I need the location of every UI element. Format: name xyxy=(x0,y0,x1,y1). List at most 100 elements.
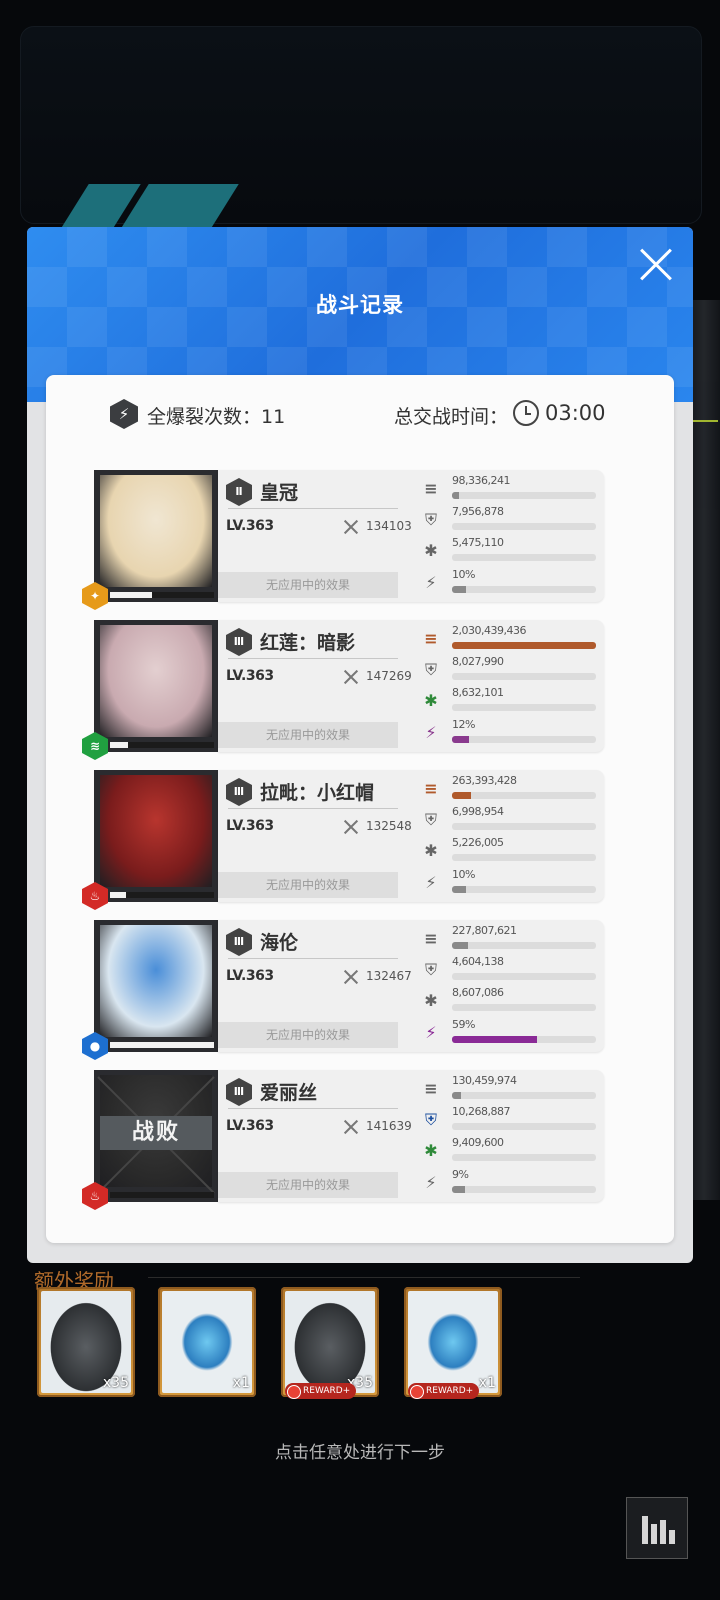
damage-icon xyxy=(422,780,440,798)
unit-name: 红莲：暗影 xyxy=(260,632,356,654)
reward-item[interactable]: x35 xyxy=(37,1287,135,1397)
unit-info: Ⅱ 皇冠 LV.363 134103 无应用中的效果 98,336,241 7,956,87… xyxy=(218,470,604,602)
stat-value: 5,226,005 xyxy=(452,836,504,849)
burst-gauge-icon xyxy=(422,574,440,592)
stat-value: 10% xyxy=(452,568,475,581)
stat-value: 10,268,887 xyxy=(452,1105,510,1118)
stat-value: 8,632,101 xyxy=(452,686,504,699)
modal-title: 战斗记录 xyxy=(316,293,404,317)
hp-bar xyxy=(110,1192,214,1198)
unit-row: ●Ⅲ海伦LV.363132467无应用中的效果227,807,6214,604,… xyxy=(82,920,604,1060)
stat-bar xyxy=(452,854,596,861)
stat-bar xyxy=(452,704,596,711)
stat-bar xyxy=(452,736,596,743)
combat-power-icon xyxy=(342,518,360,536)
unit-row: ✦Ⅱ皇冠LV.363134103无应用中的效果98,336,2417,956,8… xyxy=(82,470,604,610)
continue-hint[interactable]: 点击任意处进行下一步 xyxy=(0,1438,720,1463)
battle-record-modal: 战斗记录 ⚡ 全爆裂次数：11 总交战时间： 03:00 ✦ Ⅱ 皇冠 LV.363 1… xyxy=(27,227,693,1263)
combat-power-icon xyxy=(342,818,360,836)
stat-value: 4,604,138 xyxy=(452,955,504,968)
stat-row: 10,268,887 xyxy=(422,1105,598,1135)
damage-icon xyxy=(422,480,440,498)
burst-gauge-icon xyxy=(422,874,440,892)
shield-icon xyxy=(422,811,440,829)
stat-row: 4,604,138 xyxy=(422,955,598,985)
unit-level: LV.363 xyxy=(226,1118,274,1134)
effect-status: 无应用中的效果 xyxy=(218,1172,398,1198)
character-art xyxy=(100,475,212,587)
effect-status: 无应用中的效果 xyxy=(218,572,398,598)
stat-value: 2,030,439,436 xyxy=(452,624,526,637)
hp-bar xyxy=(110,892,214,898)
stat-value: 8,027,990 xyxy=(452,655,504,668)
stat-value: 7,956,878 xyxy=(452,505,504,518)
stat-row: 8,607,086 xyxy=(422,986,598,1016)
unit-row: 战败♨Ⅲ爱丽丝LV.363141639无应用中的效果130,459,97410,… xyxy=(82,1070,604,1210)
combat-power-icon xyxy=(342,1118,360,1136)
reward-item[interactable]: x1 REWARD+ xyxy=(404,1287,502,1399)
hp-bar xyxy=(110,592,214,598)
unit-info: Ⅲ 爱丽丝 LV.363 141639 无应用中的效果 130,459,974 10,268… xyxy=(218,1070,604,1202)
unit-level: LV.363 xyxy=(226,968,274,984)
stat-bar xyxy=(452,1036,596,1043)
stat-row: 263,393,428 xyxy=(422,774,598,804)
divider xyxy=(228,658,398,659)
stat-bar xyxy=(452,823,596,830)
stat-bar xyxy=(452,1092,596,1099)
clock-icon xyxy=(513,400,539,426)
effect-status: 无应用中的效果 xyxy=(218,872,398,898)
stat-bar xyxy=(452,586,596,593)
unit-portrait xyxy=(94,470,218,602)
unit-level: LV.363 xyxy=(226,668,274,684)
heal-icon xyxy=(422,992,440,1010)
statistics-button[interactable] xyxy=(626,1497,688,1559)
stat-bar xyxy=(452,642,596,649)
reward-plus-badge: REWARD+ xyxy=(408,1383,480,1399)
shield-icon xyxy=(422,511,440,529)
stat-bar xyxy=(452,792,596,799)
stat-bar xyxy=(452,1154,596,1161)
combat-power: 147269 xyxy=(366,669,412,683)
defeated-label: 战败 xyxy=(100,1116,212,1150)
unit-portrait xyxy=(94,620,218,752)
combat-power-icon xyxy=(342,968,360,986)
unit-level: LV.363 xyxy=(226,818,274,834)
unit-portrait xyxy=(94,770,218,902)
unit-info: Ⅲ 拉毗：小红帽 LV.363 132548 无应用中的效果 263,393,428 6,9… xyxy=(218,770,604,902)
stat-value: 5,475,110 xyxy=(452,536,504,549)
reward-item[interactable]: x35 REWARD+ xyxy=(281,1287,379,1399)
divider xyxy=(148,1277,580,1278)
burst-stage-badge: Ⅲ xyxy=(226,1078,252,1106)
stat-row: 9,409,600 xyxy=(422,1136,598,1166)
divider xyxy=(228,958,398,959)
effect-status: 无应用中的效果 xyxy=(218,722,398,748)
stat-row: 10% xyxy=(422,568,598,598)
stat-value: 98,336,241 xyxy=(452,474,510,487)
unit-info: Ⅲ 海伦 LV.363 132467 无应用中的效果 227,807,621 4,604,1… xyxy=(218,920,604,1052)
stat-value: 12% xyxy=(452,718,475,731)
stat-bar xyxy=(452,554,596,561)
stat-bar xyxy=(452,973,596,980)
stat-row: 7,956,878 xyxy=(422,505,598,535)
burst-stage-badge: Ⅲ xyxy=(226,778,252,806)
stat-row: 5,226,005 xyxy=(422,836,598,866)
combat-power: 132548 xyxy=(366,819,412,833)
stat-value: 130,459,974 xyxy=(452,1074,517,1087)
reward-item[interactable]: x1 xyxy=(158,1287,256,1397)
stat-value: 9% xyxy=(452,1168,469,1181)
summary-bar: ⚡ 全爆裂次数：11 总交战时间： 03:00 xyxy=(46,395,674,435)
stat-bar xyxy=(452,523,596,530)
stat-value: 8,607,086 xyxy=(452,986,504,999)
stat-row: 5,475,110 xyxy=(422,536,598,566)
stat-row: 130,459,974 xyxy=(422,1074,598,1104)
stat-bar xyxy=(452,492,596,499)
reward-count: x1 xyxy=(478,1375,496,1391)
burst-gauge-icon xyxy=(422,1174,440,1192)
record-card: ⚡ 全爆裂次数：11 总交战时间： 03:00 ✦ Ⅱ 皇冠 LV.363 134103… xyxy=(46,375,674,1243)
unit-level: LV.363 xyxy=(226,518,274,534)
unit-row: ♨Ⅲ拉毗：小红帽LV.363132548无应用中的效果263,393,4286,… xyxy=(82,770,604,910)
full-burst-icon: ⚡ xyxy=(110,399,138,429)
combat-power: 132467 xyxy=(366,969,412,983)
close-button[interactable] xyxy=(639,247,673,281)
unit-portrait: 战败 xyxy=(94,1070,218,1202)
